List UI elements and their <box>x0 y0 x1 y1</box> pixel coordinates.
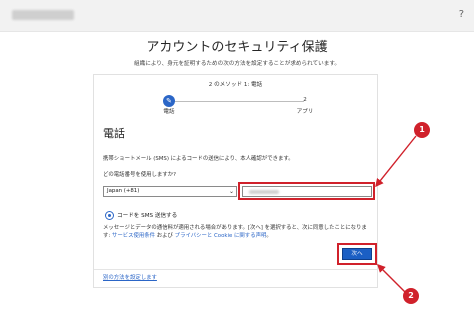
terms-suffix: 。 <box>266 232 272 239</box>
top-bar: ? <box>0 0 474 32</box>
page-title: アカウントのセキュリティ保護 <box>146 40 328 55</box>
callout-2: 2 <box>403 288 419 304</box>
country-code-select[interactable]: Japan (+81) ⌄ <box>103 186 237 197</box>
phone-step-icon: ✎ <box>163 95 175 107</box>
terms-of-service-link[interactable]: サービス使用条件 <box>112 233 155 239</box>
help-icon[interactable]: ? <box>459 8 464 22</box>
organization-name-redacted <box>12 10 74 20</box>
terms-and: および <box>155 232 175 239</box>
step1-label: 電話 <box>163 109 175 115</box>
arrow-to-phone-input <box>375 135 417 188</box>
method-step-indicator: 2 のメソッド 1: 電話 <box>208 82 263 88</box>
annotation-highlight-phone <box>238 182 375 200</box>
step2-number: 2 <box>303 97 307 103</box>
phone-question: どの電話番号を使用しますか? <box>103 172 176 178</box>
annotation-highlight-next <box>337 243 377 265</box>
sms-radio[interactable] <box>105 211 114 220</box>
terms-text: メッセージとデータの通信料が適用される場合があります。[次へ] を選択すると、次… <box>103 225 371 240</box>
chevron-down-icon: ⌄ <box>228 188 234 195</box>
setup-card: 2 のメソッド 1: 電話 ✎ 2 電話 アプリ 電話 携帯ショートメール (S… <box>93 74 378 288</box>
step2-label: アプリ <box>296 109 314 115</box>
country-code-value: Japan (+81) <box>107 188 140 194</box>
progress-line <box>169 101 304 102</box>
callout-1: 1 <box>414 122 430 138</box>
sms-description: 携帯ショートメール (SMS) によるコードの送信により、本人確認ができます。 <box>103 156 294 162</box>
page-subtitle: 組織により、身元を証明するための次の方法を設定することが求められています。 <box>134 61 340 67</box>
sms-radio-label[interactable]: コードを SMS 送信する <box>117 212 177 220</box>
alternate-method-link[interactable]: 別の方法を設定します <box>103 274 157 282</box>
section-title: 電話 <box>103 127 125 140</box>
arrow-to-next-button <box>377 264 406 293</box>
card-divider <box>94 269 377 270</box>
privacy-cookie-link[interactable]: プライバシーと Cookie に関する声明 <box>175 233 267 239</box>
